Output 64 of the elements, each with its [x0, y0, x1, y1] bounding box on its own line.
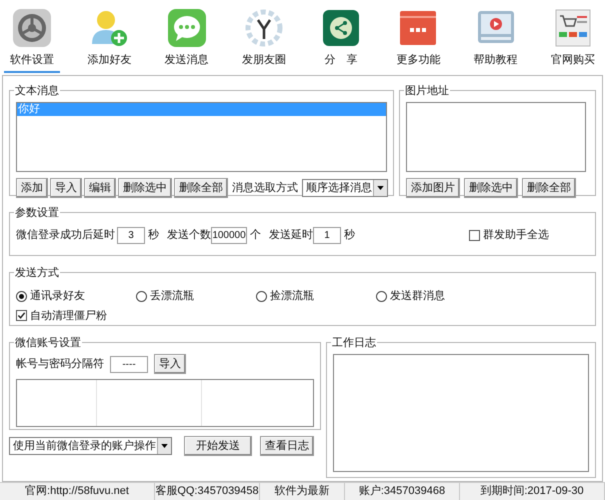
unit-label: 个 — [250, 228, 261, 244]
gear-icon — [12, 8, 52, 48]
dropdown-arrow-icon — [377, 186, 384, 190]
action-button[interactable]: 删除全部 — [174, 178, 228, 198]
check-icon — [17, 311, 26, 320]
chat-icon — [166, 8, 207, 48]
action-button[interactable]: 添加图片 — [406, 178, 460, 198]
radio-button[interactable] — [376, 290, 387, 302]
status-bar-item: 软件为最新 — [260, 483, 345, 500]
group-title: 图片地址 — [405, 85, 449, 98]
group-title: 工作日志 — [332, 337, 376, 350]
input-field[interactable]: 3 — [117, 227, 145, 244]
radio-label: 发送群消息 — [390, 289, 445, 304]
field-label: 微信登录成功后延时 — [16, 228, 115, 244]
action-button[interactable]: 导入 — [50, 178, 82, 198]
radio-label: 通讯录好友 — [30, 288, 85, 304]
view-log-button[interactable]: 查看日志 — [260, 436, 314, 456]
action-button[interactable]: 删除全部 — [522, 178, 576, 198]
share-icon — [321, 8, 362, 48]
toolbar-tab[interactable]: 分 享 — [313, 8, 370, 74]
status-bar-item: 到期时间:2017-09-30 — [460, 483, 605, 500]
dropdown-arrow-icon — [161, 444, 168, 448]
radio-button[interactable] — [136, 290, 147, 302]
unit-label: 秒 — [344, 228, 355, 244]
group-title: 发送方式 — [15, 267, 59, 280]
start-send-button[interactable]: 开始发送 — [184, 436, 252, 456]
checkbox-label: 自动清理僵尸粉 — [30, 308, 107, 324]
group-title: 文本消息 — [15, 85, 59, 98]
toolbar-tab[interactable]: 官网购买 — [544, 8, 601, 74]
status-bar-item: 账户:3457039468 — [345, 483, 460, 500]
toolbar-tab[interactable]: 发送消息 — [158, 8, 215, 74]
group-title: 参数设置 — [15, 207, 59, 220]
unit-label: 秒 — [148, 228, 159, 244]
shopping-cart-icon — [552, 8, 593, 48]
action-button[interactable]: 编辑 — [84, 178, 116, 198]
radio-label: 丢漂流瓶 — [150, 288, 194, 304]
action-button[interactable]: 删除选中 — [464, 178, 518, 198]
toolbar-tab[interactable]: 软件设置 — [4, 8, 60, 74]
toolbar-tab[interactable]: 发朋友圈 — [236, 8, 292, 74]
status-bar-item: 官网:http://58fuvu.net — [0, 483, 155, 500]
group-title: 微信账号设置 — [15, 337, 81, 350]
action-button[interactable]: 添加 — [16, 178, 48, 198]
checkbox[interactable] — [469, 230, 480, 242]
toolbar-tab[interactable]: 更多功能 — [390, 8, 446, 74]
radio-label: 捡漂流瓶 — [270, 288, 314, 304]
status-bar-item: 客服QQ:3457039458 — [155, 483, 260, 500]
input-field[interactable]: 100000 — [211, 227, 247, 244]
toolbar-tab[interactable]: 添加好友 — [81, 8, 138, 74]
radio-button[interactable] — [256, 290, 267, 302]
dropdown[interactable]: 使用当前微信登录的账户操作 — [9, 437, 172, 456]
dropdown[interactable]: 顺序选择消息 — [302, 179, 388, 198]
import-button[interactable]: 导入 — [154, 354, 186, 374]
toolbar-tab[interactable]: 帮助教程 — [468, 8, 524, 74]
aperture-icon — [244, 8, 284, 48]
radio-button[interactable] — [16, 290, 27, 302]
field-label: 帐号与密码分隔符 — [16, 356, 104, 372]
field-label: 发送延时 — [269, 228, 313, 244]
action-button[interactable]: 删除选中 — [118, 178, 172, 198]
input-field[interactable]: ---- — [110, 356, 148, 373]
checkbox[interactable] — [16, 310, 27, 322]
input-field[interactable]: 1 — [313, 227, 341, 244]
checkbox-label: 群发助手全选 — [483, 228, 549, 244]
field-label: 发送个数 — [167, 228, 211, 244]
mode-label: 消息选取方式 — [232, 180, 298, 196]
